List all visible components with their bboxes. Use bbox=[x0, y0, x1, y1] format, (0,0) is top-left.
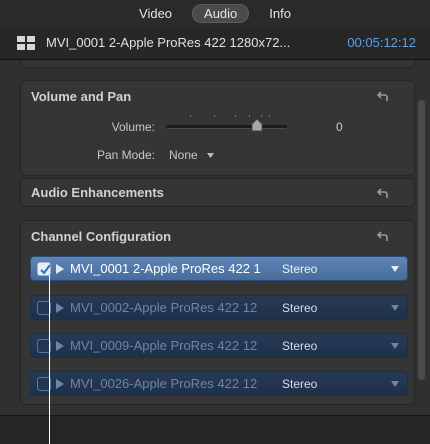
pan-mode-value: None bbox=[169, 148, 198, 162]
channel-name: MVI_0001 2-Apple ProRes 422 1 bbox=[70, 261, 261, 276]
chevron-down-icon[interactable] bbox=[391, 304, 399, 311]
clip-timecode: 00:05:12:12 bbox=[347, 35, 416, 50]
volume-pan-header[interactable]: Volume and Pan bbox=[21, 81, 414, 111]
volume-pan-title: Volume and Pan bbox=[31, 88, 132, 104]
pan-mode-label: Pan Mode: bbox=[96, 148, 155, 162]
clip-header: MVI_0001 2-Apple ProRes 422 1280x72... 0… bbox=[0, 26, 430, 60]
clip-title: MVI_0001 2-Apple ProRes 422 1280x72... bbox=[46, 35, 291, 50]
inspector-tab-bar: Video Audio Info bbox=[0, 0, 430, 26]
tab-video[interactable]: Video bbox=[127, 4, 184, 23]
audio-enhancements-header[interactable]: Audio Enhancements bbox=[21, 179, 414, 206]
disclosure-triangle-icon[interactable] bbox=[56, 340, 64, 351]
reset-icon[interactable] bbox=[376, 186, 390, 200]
channel-type[interactable]: Stereo bbox=[282, 301, 372, 315]
channel-checkbox[interactable] bbox=[37, 261, 51, 276]
channel-row[interactable]: MVI_0009-Apple ProRes 422 12 Stereo bbox=[30, 333, 408, 358]
collapsed-section-strip bbox=[20, 60, 415, 68]
inspector-body: Volume and Pan Volume: 0 Pan Mode: None … bbox=[0, 60, 430, 415]
slider-tick bbox=[190, 115, 191, 117]
channel-name: MVI_0002-Apple ProRes 422 12 bbox=[70, 300, 258, 315]
channel-type[interactable]: Stereo bbox=[282, 377, 372, 391]
chevron-down-icon[interactable] bbox=[391, 380, 399, 387]
channel-configuration-header[interactable]: Channel Configuration bbox=[21, 221, 414, 251]
volume-slider[interactable] bbox=[166, 125, 287, 129]
channel-configuration-title: Channel Configuration bbox=[31, 228, 172, 244]
channel-name: MVI_0026-Apple ProRes 422 12 bbox=[70, 376, 258, 391]
tab-audio[interactable]: Audio bbox=[192, 3, 250, 23]
volume-label: Volume: bbox=[111, 120, 155, 134]
chevron-down-icon bbox=[206, 152, 214, 158]
volume-slider-knob[interactable] bbox=[251, 118, 263, 132]
reset-icon[interactable] bbox=[376, 89, 390, 103]
audio-enhancements-panel[interactable]: Audio Enhancements bbox=[20, 178, 415, 207]
pan-mode-popup[interactable]: None bbox=[169, 148, 214, 162]
volume-value[interactable]: 0 bbox=[336, 120, 343, 134]
channel-row[interactable]: MVI_0002-Apple ProRes 422 12 Stereo bbox=[30, 295, 408, 320]
slider-tick bbox=[214, 115, 215, 117]
channel-type[interactable]: Stereo bbox=[282, 262, 372, 276]
slider-tick bbox=[269, 115, 270, 117]
disclosure-triangle-icon[interactable] bbox=[56, 263, 64, 274]
reset-icon[interactable] bbox=[376, 229, 390, 243]
clip-grid-icon bbox=[17, 35, 35, 50]
slider-tick bbox=[249, 115, 250, 117]
channel-row[interactable]: MVI_0001 2-Apple ProRes 422 1 Stereo bbox=[30, 256, 408, 281]
chevron-down-icon[interactable] bbox=[391, 342, 399, 349]
channel-row[interactable]: MVI_0026-Apple ProRes 422 12 Stereo bbox=[30, 371, 408, 396]
channel-type[interactable]: Stereo bbox=[282, 339, 372, 353]
inspector-footer bbox=[0, 415, 430, 444]
callout-line bbox=[49, 275, 50, 444]
disclosure-triangle-icon[interactable] bbox=[56, 378, 64, 389]
scrollbar[interactable] bbox=[418, 100, 425, 380]
slider-tick bbox=[261, 115, 262, 117]
channel-name: MVI_0009-Apple ProRes 422 12 bbox=[70, 338, 258, 353]
volume-pan-panel: Volume and Pan Volume: 0 Pan Mode: None bbox=[20, 80, 415, 176]
chevron-down-icon[interactable] bbox=[391, 265, 399, 272]
slider-tick bbox=[235, 115, 236, 117]
disclosure-triangle-icon[interactable] bbox=[56, 302, 64, 313]
audio-enhancements-title: Audio Enhancements bbox=[31, 185, 164, 200]
tab-info[interactable]: Info bbox=[257, 4, 303, 23]
